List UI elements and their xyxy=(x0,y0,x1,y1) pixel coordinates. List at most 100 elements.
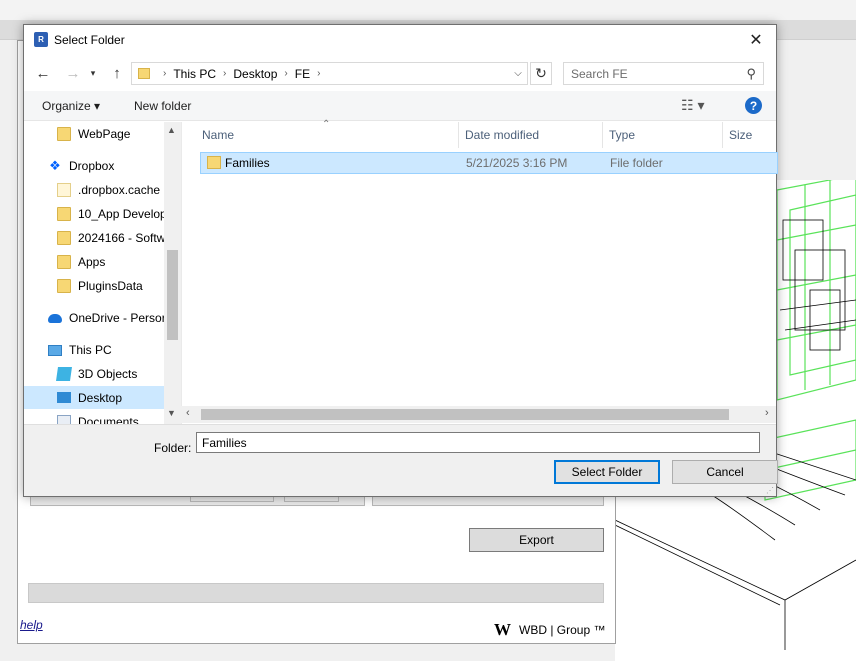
nav-item-label: Desktop xyxy=(78,390,123,405)
breadcrumb-item[interactable]: FE xyxy=(295,67,310,81)
search-icon: ⚲ xyxy=(746,66,756,81)
new-folder-button[interactable]: New folder xyxy=(134,99,191,113)
search-input[interactable]: Search FE ⚲ xyxy=(563,62,764,85)
resize-grip-icon[interactable]: ⋰ xyxy=(766,486,774,495)
nav-item-apps[interactable]: Apps xyxy=(57,251,105,273)
chevron-right-icon[interactable]: › xyxy=(163,68,166,79)
forward-arrow-icon[interactable]: → xyxy=(62,62,84,84)
address-dropdown-chevron-icon[interactable]: ⌵ xyxy=(509,63,527,84)
address-bar[interactable]: › This PC › Desktop › FE › ⌵ xyxy=(131,62,528,85)
dialog-footer: Folder: Families Select Folder Cancel ⋰ xyxy=(24,424,778,496)
folder-icon xyxy=(207,156,221,169)
brand: W WBD | Group ™ xyxy=(494,620,605,640)
nav-item-documents[interactable]: Documents xyxy=(57,411,139,424)
close-button[interactable]: ✕ xyxy=(736,25,776,55)
nav-item-label: WebPage xyxy=(78,127,131,141)
nav-item-label: Documents xyxy=(78,415,139,424)
dropbox-icon: ❖ xyxy=(49,158,61,173)
folder-sync-icon xyxy=(57,255,71,269)
refresh-icon[interactable]: ↻ xyxy=(530,62,552,85)
nav-item-onedrive[interactable]: OneDrive - Persor xyxy=(48,307,166,329)
help-link[interactable]: help xyxy=(20,618,43,632)
column-header-date[interactable]: Date modified xyxy=(459,122,603,148)
desktop-icon xyxy=(57,392,71,403)
folder-label: Folder: xyxy=(154,441,192,455)
chevron-right-icon[interactable]: › xyxy=(317,68,320,79)
scrollbar-thumb[interactable] xyxy=(167,250,178,340)
folder-icon xyxy=(57,183,71,197)
nav-item-label: Dropbox xyxy=(69,159,115,173)
progress-bar xyxy=(28,583,604,603)
recent-locations-chevron-icon[interactable]: ▾ xyxy=(86,62,100,84)
folder-sync-icon xyxy=(57,207,71,221)
column-header-label: Size xyxy=(729,128,753,142)
breadcrumb-item[interactable]: This PC xyxy=(173,67,216,81)
column-header-label: Date modified xyxy=(465,128,540,142)
column-header-size[interactable]: Size xyxy=(723,122,777,148)
scroll-down-icon[interactable]: ▼ xyxy=(167,408,176,418)
scroll-left-icon[interactable]: ‹ xyxy=(186,407,190,419)
dialog-titlebar[interactable]: R Select Folder ✕ xyxy=(24,25,776,55)
cancel-button[interactable]: Cancel xyxy=(672,460,778,484)
nav-item-2024166[interactable]: 2024166 - Softwa xyxy=(57,227,172,249)
row-name: Families xyxy=(225,156,270,170)
export-button[interactable]: Export xyxy=(469,528,604,552)
chevron-right-icon[interactable]: › xyxy=(284,68,287,79)
nav-pane-scrollbar[interactable]: ▲ ▼ xyxy=(164,122,181,424)
documents-icon xyxy=(57,415,71,424)
nav-item-dropbox-cache[interactable]: .dropbox.cache xyxy=(57,179,160,201)
scrollbar-thumb[interactable] xyxy=(201,409,729,420)
help-icon[interactable]: ? xyxy=(745,97,762,114)
row-date: 5/21/2025 3:16 PM xyxy=(466,156,568,170)
nav-item-label: OneDrive - Persor xyxy=(69,311,166,325)
folder-name-input[interactable]: Families xyxy=(196,432,760,453)
column-header-label: Name xyxy=(202,128,235,142)
column-header-label: Type xyxy=(609,128,636,142)
back-arrow-icon[interactable]: ← xyxy=(32,62,54,84)
nav-item-app-develop[interactable]: 10_App Develop xyxy=(57,203,167,225)
file-list-horizontal-scrollbar[interactable]: ‹ › xyxy=(181,406,776,423)
nav-item-this-pc[interactable]: This PC xyxy=(48,339,112,361)
up-arrow-icon[interactable]: ↑ xyxy=(106,62,128,84)
nav-item-webpage[interactable]: WebPage xyxy=(57,123,130,145)
nav-item-label: PluginsData xyxy=(78,279,143,293)
column-header-name[interactable]: Name ⌃ xyxy=(182,119,459,148)
nav-item-dropbox[interactable]: ❖ Dropbox xyxy=(48,155,114,177)
nav-item-3d-objects[interactable]: 3D Objects xyxy=(56,363,137,385)
computer-icon xyxy=(48,344,62,356)
sort-chevron-up-icon: ⌃ xyxy=(322,119,331,130)
chevron-right-icon[interactable]: › xyxy=(223,68,226,79)
folder-icon xyxy=(138,68,150,79)
nav-item-label: 10_App Develop xyxy=(78,207,167,221)
nav-item-label: Apps xyxy=(78,255,106,269)
scroll-right-icon[interactable]: › xyxy=(765,407,769,419)
navigation-pane: WebPage ❖ Dropbox .dropbox.cache 10_App … xyxy=(24,122,180,424)
scroll-up-icon[interactable]: ▲ xyxy=(167,125,176,135)
folder-sync-icon xyxy=(57,279,71,293)
nav-item-label: .dropbox.cache xyxy=(78,183,161,197)
background-top-bar xyxy=(0,0,856,20)
row-type: File folder xyxy=(610,156,663,170)
revit-app-icon: R xyxy=(34,32,48,47)
select-folder-button[interactable]: Select Folder xyxy=(554,460,660,484)
dialog-toolbar: Organize ▾ New folder ☷ ▾ ? xyxy=(24,91,776,121)
table-row[interactable]: Families 5/21/2025 3:16 PM File folder xyxy=(200,152,778,174)
dialog-title: Select Folder xyxy=(54,33,125,47)
3d-objects-icon xyxy=(56,367,72,381)
column-header-type[interactable]: Type xyxy=(603,122,723,148)
select-folder-dialog: R Select Folder ✕ ← → ▾ ↑ › This PC › De… xyxy=(23,24,778,497)
breadcrumb-item[interactable]: Desktop xyxy=(233,67,277,81)
nav-item-desktop[interactable]: Desktop xyxy=(24,386,164,409)
onedrive-icon xyxy=(48,313,62,323)
nav-item-label: This PC xyxy=(69,343,112,357)
brand-logo-icon: W xyxy=(494,620,511,639)
nav-item-label: 2024166 - Softwa xyxy=(78,231,173,245)
nav-item-pluginsdata[interactable]: PluginsData xyxy=(57,275,143,297)
organize-menu-button[interactable]: Organize ▾ xyxy=(42,99,100,113)
file-list-pane: Name ⌃ Date modified Type Size Families … xyxy=(181,119,778,424)
view-options-icon[interactable]: ☷ ▾ xyxy=(681,97,704,114)
folder-icon xyxy=(57,127,71,141)
folder-sync-icon xyxy=(57,231,71,245)
search-placeholder: Search FE xyxy=(571,66,628,81)
brand-label: WBD | Group ™ xyxy=(519,623,606,637)
